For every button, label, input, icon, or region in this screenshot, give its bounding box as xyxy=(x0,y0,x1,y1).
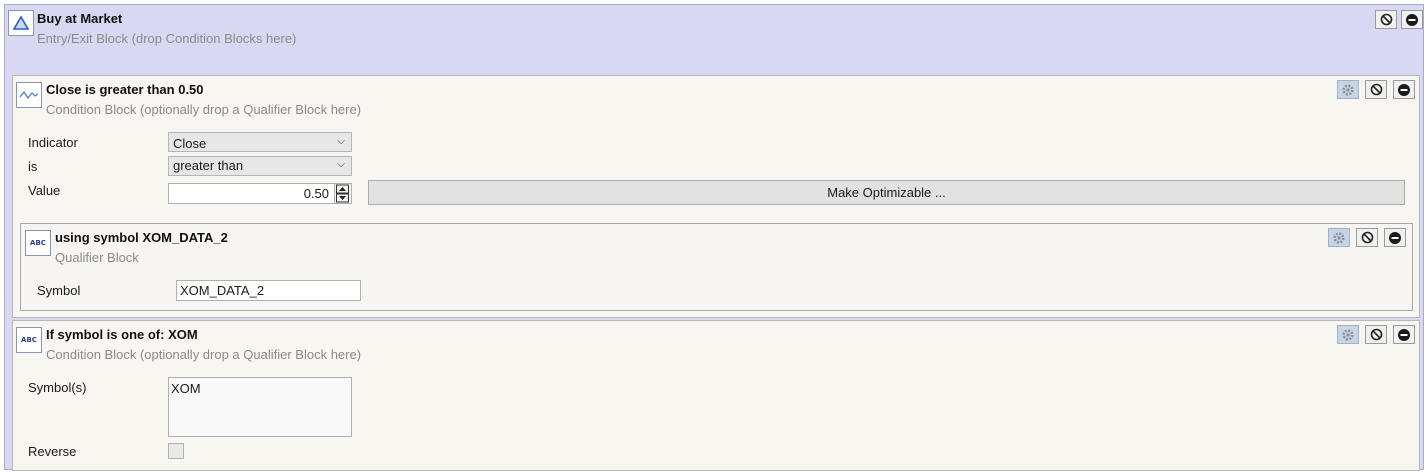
value-spinner[interactable] xyxy=(334,184,351,203)
symbols-textarea[interactable]: XOM xyxy=(168,377,352,437)
value-text: 0.50 xyxy=(303,186,329,201)
value-label: Value xyxy=(28,183,61,198)
indicator-value: Close xyxy=(173,136,207,151)
abc-icon: ABC xyxy=(25,230,51,256)
remove-button[interactable] xyxy=(1393,80,1415,99)
remove-icon xyxy=(1398,328,1410,341)
remove-button[interactable] xyxy=(1393,325,1415,344)
disable-button[interactable] xyxy=(1356,228,1378,247)
qualifier-subtitle: Qualifier Block xyxy=(55,250,139,265)
indicator-select[interactable]: Close ⌵ xyxy=(168,132,352,152)
condition2-subtitle: Condition Block (optionally drop a Quali… xyxy=(46,347,362,362)
qualifier-title: using symbol XOM_DATA_2 xyxy=(55,230,228,245)
settings-button[interactable] xyxy=(1328,228,1350,247)
qualifier-icon-text: ABC xyxy=(30,239,46,247)
entry-block-subtitle: Entry/Exit Block (drop Condition Blocks … xyxy=(37,31,297,46)
comparison-value: greater than xyxy=(173,158,244,173)
chevron-down-icon: ⌵ xyxy=(337,159,345,170)
remove-icon xyxy=(1406,13,1418,26)
gear-icon xyxy=(1342,328,1354,341)
disable-icon xyxy=(1361,231,1373,244)
symbol-label: Symbol xyxy=(37,283,81,298)
comparison-select[interactable]: greater than ⌵ xyxy=(168,156,352,176)
remove-icon xyxy=(1398,83,1410,96)
symbol-input[interactable]: XOM_DATA_2 xyxy=(176,280,361,301)
remove-icon xyxy=(1389,231,1401,244)
value-input[interactable]: 0.50 xyxy=(168,183,352,204)
settings-button[interactable] xyxy=(1337,325,1359,344)
abc-icon: ABC xyxy=(16,327,42,353)
disable-button[interactable] xyxy=(1375,10,1397,29)
spinner-arrows-icon xyxy=(336,184,349,203)
disable-icon xyxy=(1370,328,1382,341)
reverse-label: Reverse xyxy=(28,444,77,459)
condition1-subtitle: Condition Block (optionally drop a Quali… xyxy=(46,102,362,117)
remove-button[interactable] xyxy=(1401,10,1423,29)
disable-icon xyxy=(1370,83,1382,96)
gear-icon xyxy=(1342,83,1354,96)
symbols-label: Symbol(s) xyxy=(28,380,87,395)
condition2-title: If symbol is one of: XOM xyxy=(46,327,198,342)
triangle-icon xyxy=(8,10,34,36)
disable-icon xyxy=(1380,13,1392,26)
waveform-icon xyxy=(16,82,42,108)
chevron-down-icon: ⌵ xyxy=(337,136,345,147)
disable-button[interactable] xyxy=(1365,325,1387,344)
reverse-checkbox[interactable] xyxy=(168,443,184,459)
entry-block-title: Buy at Market xyxy=(37,11,123,26)
disable-button[interactable] xyxy=(1365,80,1387,99)
indicator-label: Indicator xyxy=(28,135,78,150)
gear-icon xyxy=(1333,231,1345,244)
make-optimizable-button[interactable]: Make Optimizable ... xyxy=(368,180,1405,205)
settings-button[interactable] xyxy=(1337,80,1359,99)
remove-button[interactable] xyxy=(1384,228,1406,247)
is-label: is xyxy=(28,159,38,174)
condition2-icon-text: ABC xyxy=(21,336,37,344)
condition1-title: Close is greater than 0.50 xyxy=(46,82,204,97)
